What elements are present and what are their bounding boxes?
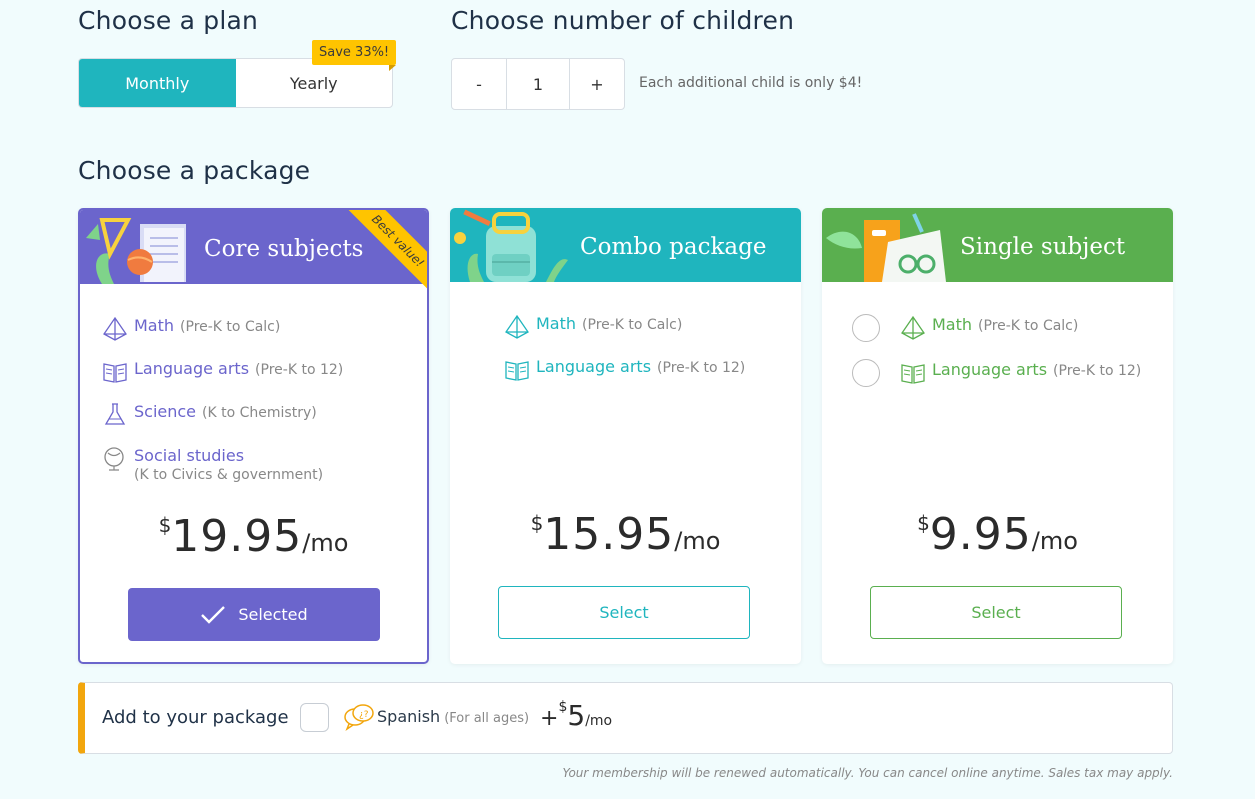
subject-name: Math — [134, 316, 175, 335]
pyramid-icon — [103, 316, 127, 341]
ribbon-label: Best value! — [342, 210, 427, 297]
pyramid-icon — [901, 315, 925, 340]
price-amount: 19.95 — [171, 511, 303, 562]
renewal-footnote: Your membership will be renewed automati… — [562, 766, 1173, 780]
price-currency: $ — [917, 511, 930, 535]
subject-name: Social studies — [134, 446, 245, 465]
globe-icon — [104, 447, 124, 471]
subject-name: Language arts — [134, 359, 250, 378]
best-value-ribbon: Best value! — [335, 210, 427, 302]
price-period: /mo — [674, 527, 721, 555]
monthly-option[interactable]: Monthly — [79, 59, 236, 107]
subject-range: (Pre-K to 12) — [657, 360, 746, 376]
additional-child-note: Each additional child is only $4! — [639, 75, 863, 91]
addon-price: +$5/mo — [540, 699, 612, 732]
card-title: Single subject — [960, 234, 1126, 260]
price-amount: 9.95 — [929, 509, 1032, 560]
addon-name: Spanish (For all ages) — [377, 707, 529, 726]
subject-language-arts: Language arts (Pre-K to 12) — [900, 360, 1141, 386]
subject-range: (K to Chemistry) — [202, 405, 317, 421]
save-badge: Save 33%! — [312, 40, 397, 71]
plan-toggle: Monthly Yearly — [78, 58, 393, 108]
package-card-single[interactable]: Single subject Math (Pre-K to Calc) Langu… — [822, 208, 1173, 664]
card-header: Core subjects Best value! — [80, 210, 427, 297]
price-currency: $ — [530, 511, 544, 535]
subject-language-arts: Language arts (Pre-K to 12) — [504, 357, 745, 383]
subject-range: (K to Civics & government) — [134, 467, 324, 483]
language-arts-radio[interactable] — [852, 359, 880, 387]
subject-range: (Pre-K to 12) — [1053, 363, 1142, 379]
subject-language-arts: Language arts (Pre-K to 12) — [102, 359, 343, 385]
notebook-illustration — [826, 213, 946, 282]
addon-label: Add to your package — [102, 707, 289, 728]
decrement-button[interactable]: - — [452, 59, 506, 109]
price: $9.95/mo — [822, 509, 1173, 560]
subject-math: Math (Pre-K to Calc) — [102, 316, 280, 342]
select-button[interactable]: Select — [498, 586, 750, 639]
subject-range: (Pre-K to 12) — [255, 362, 344, 378]
core-subjects-illustration — [86, 218, 186, 284]
price-amount: 15.95 — [543, 509, 675, 560]
backpack-illustration — [454, 209, 568, 282]
spanish-checkbox[interactable] — [300, 703, 329, 732]
book-icon — [505, 361, 529, 381]
children-stepper: - 1 + — [451, 58, 625, 110]
addon-amount: 5 — [567, 699, 586, 732]
check-icon — [201, 605, 226, 624]
button-label: Selected — [238, 605, 308, 624]
price-period: /mo — [1031, 527, 1078, 555]
subject-name: Language arts — [932, 360, 1048, 379]
button-label: Select — [971, 603, 1021, 622]
package-card-combo[interactable]: Combo package Math (Pre-K to Calc) Langua… — [450, 208, 801, 664]
card-header: Combo package — [450, 208, 801, 282]
selected-button[interactable]: Selected — [128, 588, 380, 641]
card-header: Single subject — [822, 208, 1173, 282]
increment-button[interactable]: + — [570, 59, 624, 109]
pyramid-icon — [505, 314, 529, 339]
book-icon — [103, 363, 127, 383]
price-currency: $ — [158, 513, 172, 537]
children-count-field[interactable]: 1 — [506, 59, 570, 109]
button-label: Select — [599, 603, 649, 622]
addon-bar: Add to your package ¿? Spanish (For all a… — [78, 682, 1173, 754]
select-button[interactable]: Select — [870, 586, 1122, 639]
yearly-option[interactable]: Yearly — [236, 59, 393, 107]
flask-icon — [104, 403, 126, 425]
addon-range: (For all ages) — [444, 711, 530, 726]
subject-math: Math (Pre-K to Calc) — [504, 314, 682, 340]
subject-name: Math — [536, 314, 577, 333]
price: $19.95/mo — [80, 511, 427, 562]
subject-name: Math — [932, 315, 973, 334]
price-period: /mo — [302, 529, 349, 557]
addon-period: /mo — [585, 713, 613, 729]
subject-social-studies: Social studies (K to Civics & government) — [102, 446, 323, 483]
subject-name: Science — [134, 402, 197, 421]
speech-bubbles-icon: ¿? — [344, 704, 374, 731]
subject-science: Science (K to Chemistry) — [102, 402, 317, 428]
subject-range: (Pre-K to Calc) — [582, 317, 683, 333]
addon-plus: + — [540, 706, 559, 731]
choose-plan-heading: Choose a plan — [78, 6, 259, 35]
package-card-core[interactable]: Core subjects Best value! Math (Pre-K to … — [78, 208, 429, 664]
addon-name-text: Spanish — [377, 707, 441, 726]
subject-math: Math (Pre-K to Calc) — [900, 315, 1078, 341]
subject-name: Language arts — [536, 357, 652, 376]
price: $15.95/mo — [450, 509, 801, 560]
subject-range: (Pre-K to Calc) — [978, 318, 1079, 334]
card-title: Combo package — [580, 234, 767, 260]
svg-text:¿?: ¿? — [359, 710, 369, 720]
choose-package-heading: Choose a package — [78, 156, 311, 185]
subject-range: (Pre-K to Calc) — [180, 319, 281, 335]
book-icon — [901, 364, 925, 384]
choose-children-heading: Choose number of children — [451, 6, 795, 35]
math-radio[interactable] — [852, 314, 880, 342]
